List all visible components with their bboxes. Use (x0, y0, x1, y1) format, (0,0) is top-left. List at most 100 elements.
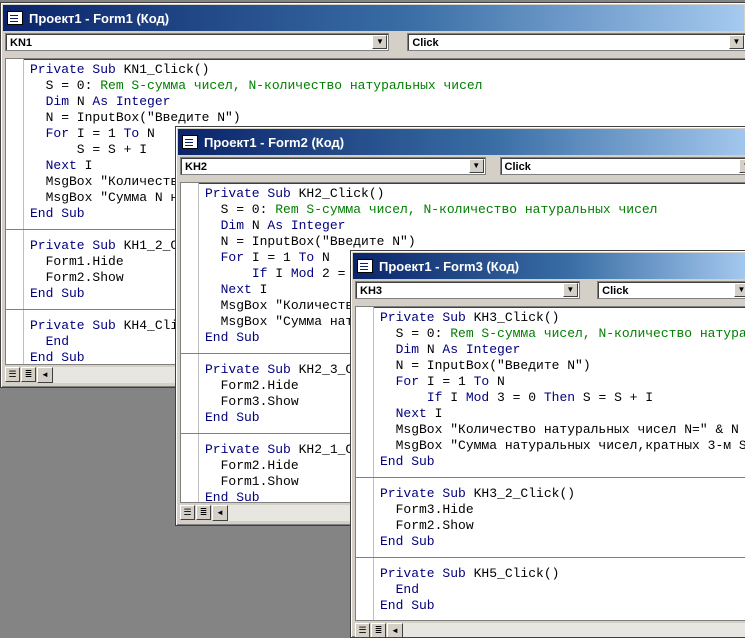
procedure-combo[interactable]: Click ▼ (597, 281, 745, 299)
code-line[interactable]: For I = 1 To N (380, 374, 745, 390)
chevron-down-icon[interactable]: ▼ (728, 35, 744, 49)
keyword-token: End Sub (205, 330, 260, 345)
keyword-token: Dim (220, 218, 245, 233)
keyword-token: Private Sub (30, 62, 124, 77)
keyword-token: End Sub (380, 598, 435, 613)
code-token: KH3_2_Click() (473, 486, 576, 501)
object-combo[interactable]: KH3 ▼ (355, 281, 580, 299)
code-line[interactable]: End (380, 582, 745, 598)
chevron-down-icon[interactable]: ▼ (562, 283, 578, 297)
procedure-combo-value: Click (602, 285, 629, 297)
scroll-track[interactable] (403, 623, 745, 637)
horizontal-scrollbar[interactable]: ☰ ≣ ◄ (355, 623, 745, 637)
procedure-view-icon[interactable]: ☰ (5, 367, 20, 382)
code-token: KH5_Click() (473, 566, 560, 581)
code-token: MsgBox "Количество натуральных чисел N="… (380, 422, 739, 437)
keyword-token: To (298, 250, 315, 265)
keyword-token: Private Sub (380, 486, 474, 501)
code-line[interactable]: S = 0: Rem S-сумма чисел, N-количество н… (205, 202, 745, 218)
code-token: I (426, 406, 443, 421)
code-token: S = 0: (380, 326, 451, 341)
code-line[interactable]: S = 0: Rem S-сумма чисел, N-количество н… (30, 78, 745, 94)
code-line[interactable]: Private Sub KH2_Click() (205, 186, 745, 202)
scroll-left-icon[interactable]: ◄ (387, 623, 403, 637)
code-line[interactable]: Form3.Hide (380, 502, 745, 518)
code-line[interactable]: N = InputBox("Введите N") (30, 110, 745, 126)
window-title-bar[interactable]: Проект1 - Form3 (Код) (353, 253, 745, 279)
code-line[interactable]: End Sub (380, 534, 745, 550)
procedure-combo-value: Click (504, 161, 531, 173)
chevron-down-icon[interactable]: ▼ (372, 35, 388, 49)
keyword-token: Private Sub (380, 566, 474, 581)
object-combo[interactable]: KH2 ▼ (180, 157, 486, 175)
keyword-token: Private Sub (205, 362, 299, 377)
code-line[interactable]: Private Sub KH3_Click() (380, 310, 745, 326)
procedure-combo[interactable]: Click ▼ (407, 33, 745, 51)
code-line[interactable]: N = InputBox("Введите N") (205, 234, 745, 250)
code-line[interactable]: N = InputBox("Введите N") (380, 358, 745, 374)
code-line[interactable]: End Sub (380, 454, 745, 470)
keyword-token: Next (45, 158, 77, 173)
code-line[interactable]: Dim N As Integer (380, 342, 745, 358)
margin-indicator-bar[interactable] (356, 307, 374, 620)
code-token: I = 1 (69, 126, 124, 141)
code-line[interactable]: S = 0: Rem S-сумма чисел, N-количество н… (380, 326, 745, 342)
keyword-token: Private Sub (380, 310, 474, 325)
scroll-left-icon[interactable]: ◄ (37, 367, 53, 383)
combo-spacer (389, 33, 407, 55)
code-token: I (267, 266, 291, 281)
chevron-down-icon[interactable]: ▼ (734, 283, 745, 297)
procedure-view-icon[interactable]: ☰ (180, 505, 195, 520)
keyword-token: Dim (45, 94, 70, 109)
code-window-icon (357, 259, 373, 273)
full-module-view-icon[interactable]: ≣ (371, 623, 386, 637)
code-line[interactable]: Private Sub KN1_Click() (30, 62, 745, 78)
procedure-view-icon[interactable]: ☰ (355, 623, 370, 637)
margin-indicator-bar[interactable] (6, 59, 24, 364)
code-token: Form2.Hide (205, 378, 299, 393)
chevron-down-icon[interactable]: ▼ (468, 159, 484, 173)
code-lines[interactable]: Private Sub KH3_Click() S = 0: Rem S-сум… (356, 310, 745, 614)
full-module-view-icon[interactable]: ≣ (21, 367, 36, 382)
object-combo-value: KH3 (360, 285, 383, 297)
code-line[interactable]: End Sub (380, 598, 745, 614)
window-title-bar[interactable]: Проект1 - Form1 (Код) (3, 5, 744, 31)
margin-indicator-bar[interactable] (181, 183, 199, 502)
code-line[interactable]: MsgBox "Сумма натуральных чисел,кратных … (380, 438, 745, 454)
keyword-token: Dim (395, 342, 420, 357)
code-token: S = S + I (575, 390, 654, 405)
code-editor[interactable]: Private Sub KH3_Click() S = 0: Rem S-сум… (355, 306, 745, 621)
code-line[interactable]: If I Mod 3 = 0 Then S = S + I (380, 390, 745, 406)
keyword-token: As Integer (267, 218, 346, 233)
keyword-token: To (123, 126, 140, 141)
code-token: N (419, 342, 443, 357)
code-line[interactable]: Private Sub KH5_Click() (380, 566, 745, 582)
code-line[interactable]: Private Sub KH3_2_Click() (380, 486, 745, 502)
object-combo[interactable]: KN1 ▼ (5, 33, 390, 51)
window-title-bar[interactable]: Проект1 - Form2 (Код) (178, 129, 745, 155)
full-module-view-icon[interactable]: ≣ (196, 505, 211, 520)
code-token: I = 1 (244, 250, 299, 265)
code-token: KH3_Click() (473, 310, 560, 325)
code-line[interactable]: Dim N As Integer (30, 94, 745, 110)
code-line[interactable]: Dim N As Integer (205, 218, 745, 234)
code-line[interactable]: Next I (380, 406, 745, 422)
procedure-combo[interactable]: Click ▼ (499, 157, 745, 175)
code-line[interactable]: Form2.Show (380, 518, 745, 534)
code-token: Form1.Show (205, 474, 299, 489)
code-line[interactable]: MsgBox "Количество натуральных чисел N="… (380, 422, 745, 438)
code-window-form3: Проект1 - Form3 (Код) KH3 ▼ Click ▼ Priv… (350, 250, 745, 638)
chevron-down-icon[interactable]: ▼ (739, 159, 745, 173)
code-token: N = InputBox("Введите N") (380, 358, 591, 373)
procedure-separator (356, 557, 745, 558)
scroll-left-icon[interactable]: ◄ (212, 505, 228, 521)
keyword-token: End Sub (205, 490, 260, 503)
